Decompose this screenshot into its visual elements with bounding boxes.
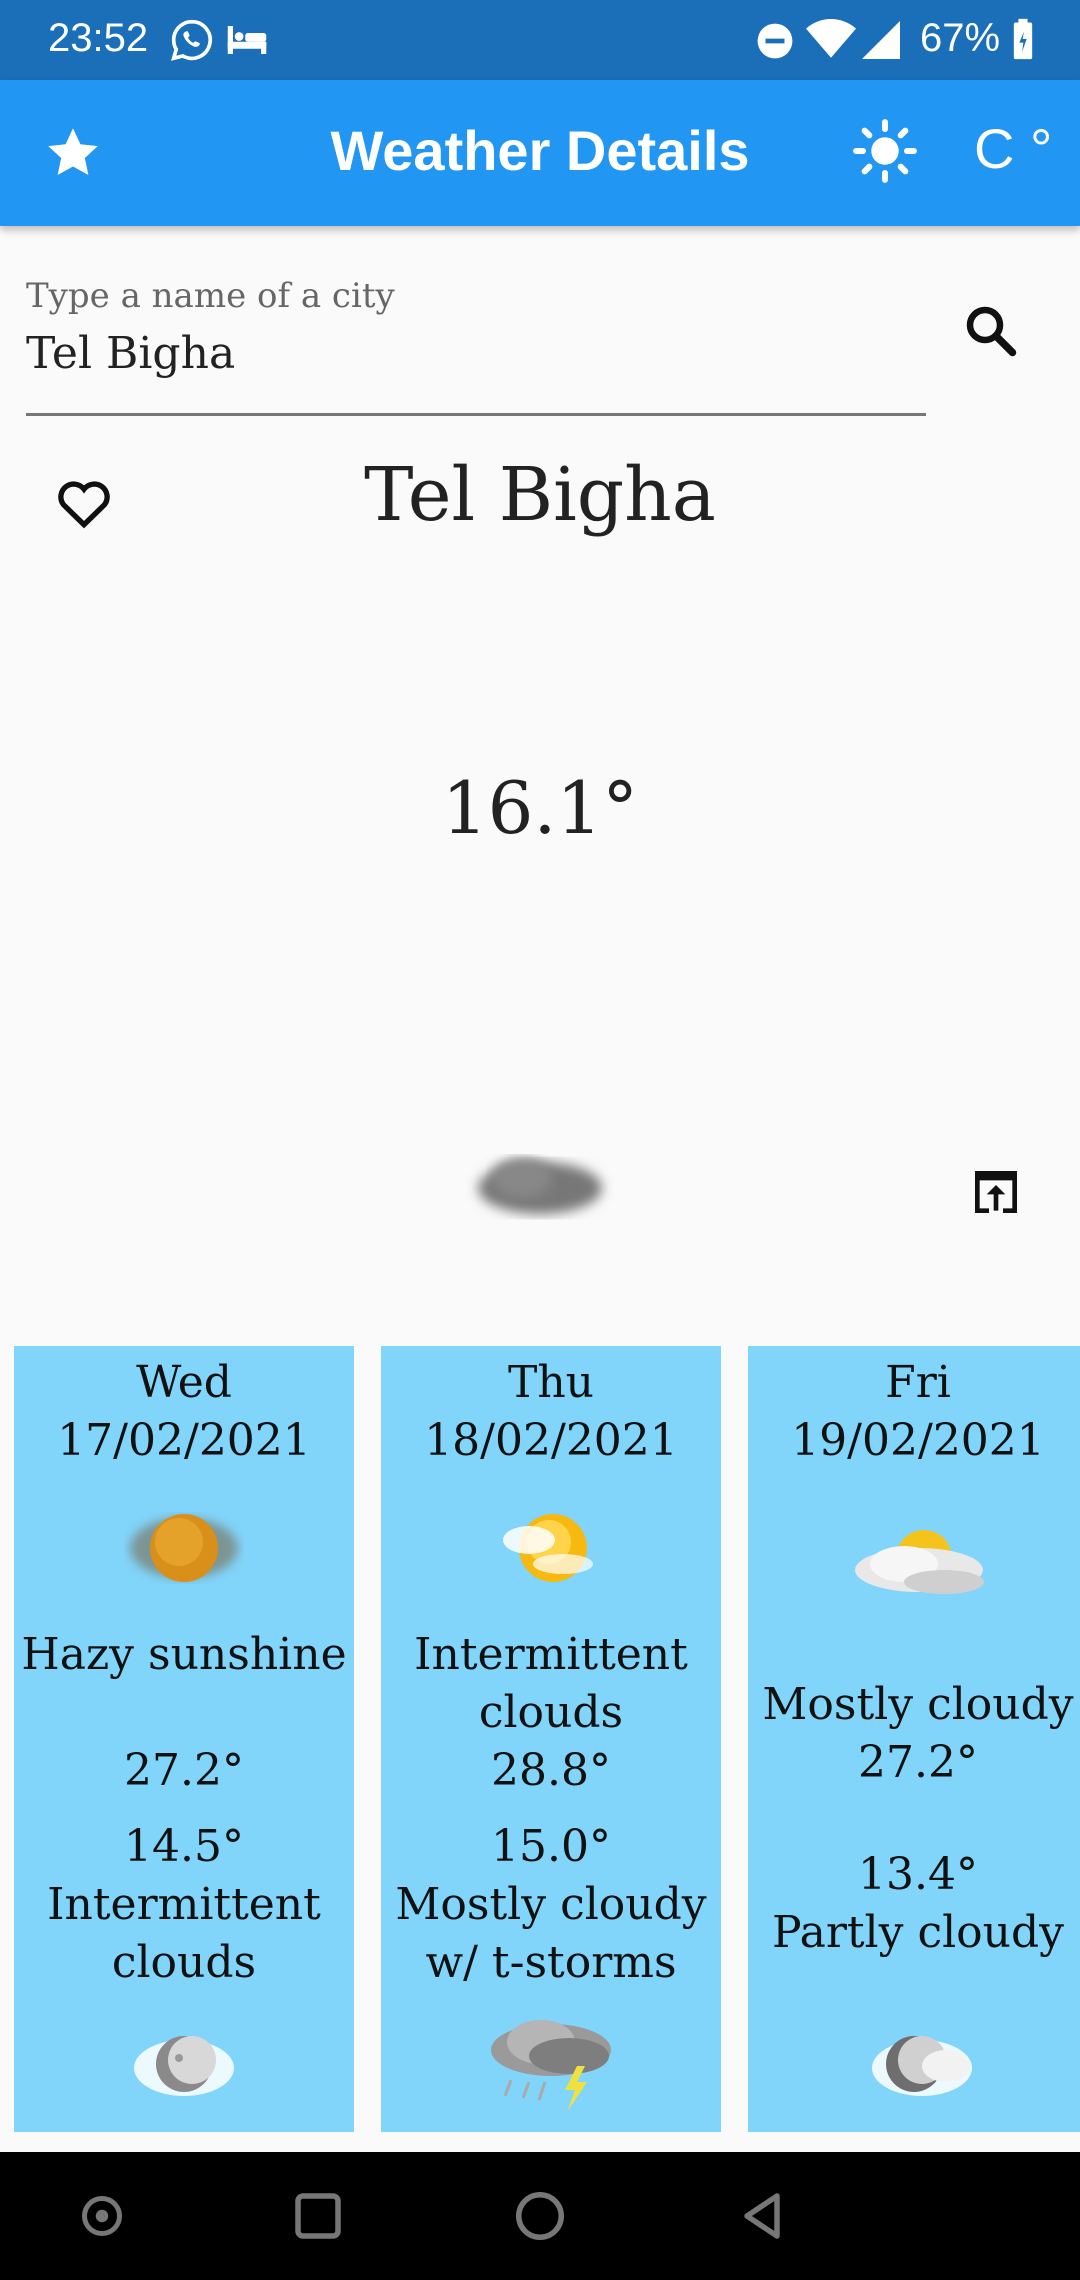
forecast-day: Thu — [507, 1357, 595, 1408]
thunderstorm-icon — [491, 2020, 611, 2112]
signal-icon — [862, 21, 900, 59]
forecast-night-desc: Intermittent clouds — [47, 1879, 321, 1988]
forecast-low: 15.0° — [491, 1821, 611, 1872]
forecast-high: 27.2° — [124, 1745, 244, 1796]
status-bar: 23:52 67% — [0, 0, 1080, 80]
forecast-low: 13.4° — [858, 1849, 978, 1900]
hazy-sun-icon — [130, 1514, 238, 1582]
wifi-icon — [806, 19, 856, 58]
forecast-day-desc: Hazy sunshine — [21, 1629, 347, 1680]
battery-icon — [1013, 18, 1033, 60]
recents-icon[interactable] — [288, 2186, 348, 2246]
forecast-card-fri: Fri 19/02/2021 Mostly cloudy 27.2° 13.4°… — [748, 1346, 1080, 2132]
home-icon[interactable] — [510, 2186, 570, 2246]
whatsapp-icon — [171, 19, 213, 61]
city-search-input[interactable] — [26, 320, 926, 416]
assistant-icon[interactable] — [72, 2186, 132, 2246]
sun-icon[interactable] — [852, 118, 918, 184]
forecast-day-desc: Mostly cloudy — [762, 1679, 1074, 1730]
cloud-sun-icon — [855, 1530, 984, 1594]
forecast-day-desc: Intermittent clouds — [414, 1629, 688, 1738]
forecast-date: 19/02/2021 — [791, 1415, 1045, 1466]
unit-toggle-button[interactable]: C ° — [974, 116, 1052, 181]
search-label: Type a name of a city — [26, 276, 395, 316]
forecast-day: Fri — [885, 1357, 951, 1408]
forecast-day: Wed — [136, 1357, 232, 1408]
open-in-new-icon[interactable] — [968, 1164, 1024, 1220]
dnd-icon — [757, 23, 793, 59]
app-title: Weather Details — [330, 119, 750, 182]
cloudy-icon — [478, 1158, 602, 1214]
forecast-high: 27.2° — [858, 1737, 978, 1788]
app-bar: Weather Details C ° — [0, 80, 1080, 226]
forecast-date: 18/02/2021 — [424, 1415, 678, 1466]
battery-percent: 67% — [920, 16, 1001, 60]
search-icon[interactable] — [960, 300, 1020, 360]
forecast-night-desc: Mostly cloudy w/ t-storms — [395, 1879, 707, 1988]
forecast-date: 17/02/2021 — [57, 1415, 311, 1466]
status-time: 23:52 — [48, 16, 149, 60]
bed-icon — [227, 26, 267, 54]
forecast-low: 14.5° — [124, 1821, 244, 1872]
moon-cloud-icon — [872, 2036, 972, 2096]
sun-cloud-icon — [503, 1514, 593, 1582]
back-icon[interactable] — [732, 2186, 792, 2246]
navigation-bar — [0, 2152, 1080, 2280]
city-name: Tel Bigha — [364, 452, 716, 538]
forecast-card-thu: Thu 18/02/2021 Intermittent clouds 28.8°… — [381, 1346, 721, 2132]
forecast-high: 28.8° — [491, 1745, 611, 1796]
moon-cloud-icon — [134, 2036, 234, 2096]
forecast-night-desc: Partly cloudy — [771, 1907, 1065, 1958]
current-temperature: 16.1° — [441, 766, 639, 850]
forecast-card-wed: Wed 17/02/2021 Hazy sunshine 27.2° 14.5°… — [14, 1346, 354, 2132]
